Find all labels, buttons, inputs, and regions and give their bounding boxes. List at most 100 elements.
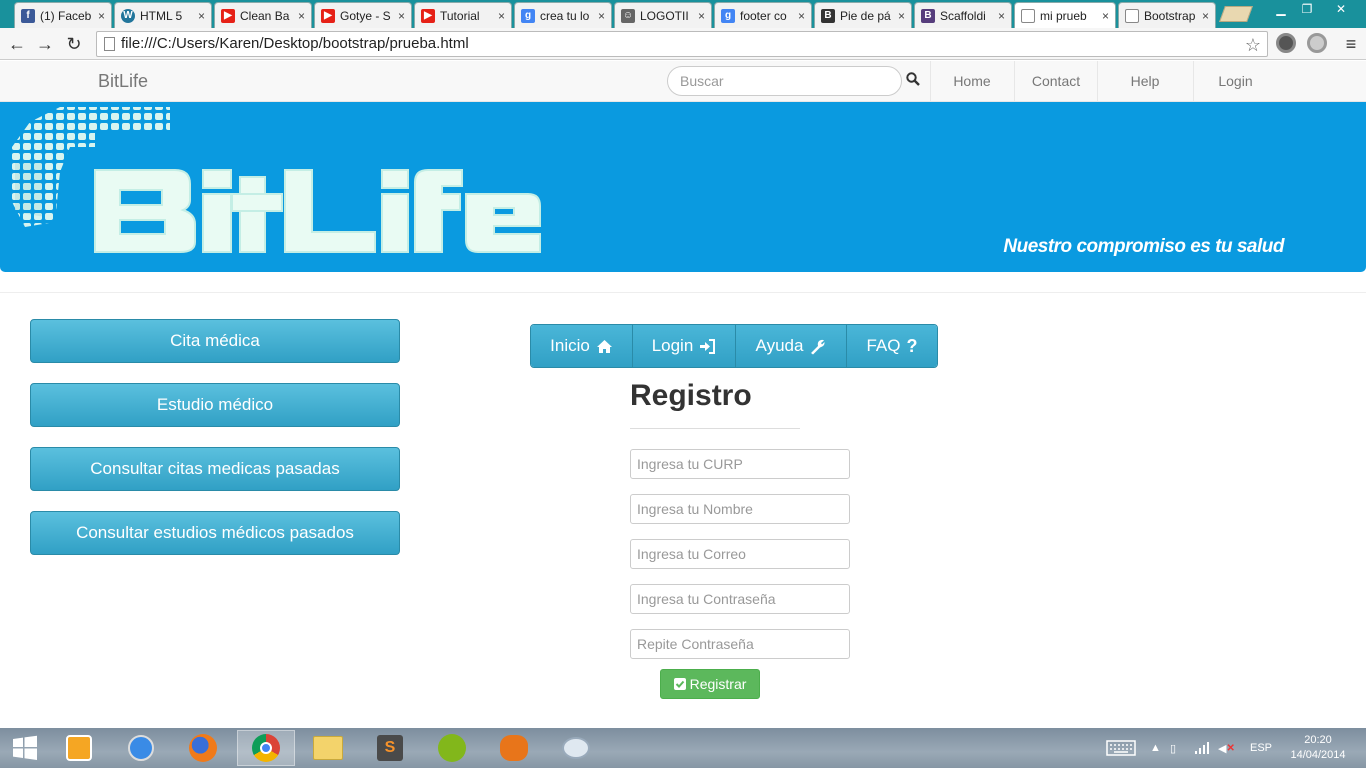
close-tab-icon[interactable]: ×	[98, 9, 105, 23]
youtube-icon: ▶	[221, 8, 235, 23]
chrome-icon[interactable]	[237, 730, 295, 766]
close-tab-icon[interactable]: ×	[998, 9, 1005, 23]
back-arrow-icon[interactable]: ←	[6, 33, 28, 55]
close-tab-icon[interactable]: ×	[798, 9, 805, 23]
reload-icon[interactable]: ↻	[63, 33, 85, 55]
browser-tab[interactable]: ▶ Clean Ba ×	[214, 2, 312, 28]
clock-date: 14/04/2014	[1290, 749, 1346, 761]
close-tab-icon[interactable]: ×	[298, 9, 305, 23]
show-hidden-icons-icon[interactable]: ▲	[1150, 728, 1161, 768]
faq-button[interactable]: FAQ ?	[847, 325, 937, 367]
password-field[interactable]	[630, 584, 850, 614]
close-tab-icon[interactable]: ×	[598, 9, 605, 23]
browser-tab[interactable]: ☺ LOGOTII ×	[614, 2, 712, 28]
extension-camera-icon[interactable]	[1276, 33, 1296, 53]
bookmark-star-icon[interactable]: ☆	[1245, 33, 1261, 57]
page-favicon-icon: ☺	[621, 8, 635, 23]
browser-tab[interactable]: ▶ Tutorial ×	[414, 2, 512, 28]
close-tab-icon[interactable]: ×	[498, 9, 505, 23]
question-icon: ?	[906, 335, 918, 356]
firefox-icon[interactable]	[174, 730, 232, 766]
volume-muted-icon[interactable]: ◀ ✕	[1218, 728, 1235, 768]
inicio-label: Inicio	[550, 336, 590, 355]
bootstrap-icon: B	[821, 8, 835, 23]
close-tab-icon[interactable]: ×	[198, 9, 205, 23]
power-icon[interactable]: ▯	[1170, 728, 1176, 768]
nav-link-home[interactable]: Home	[930, 61, 1013, 101]
login-button[interactable]: Login	[633, 325, 736, 367]
consultar-citas-button[interactable]: Consultar citas medicas pasadas	[30, 447, 400, 491]
wordpress-icon: W	[121, 8, 135, 23]
browser-tab[interactable]: Bootstrap ×	[1118, 2, 1216, 28]
file-explorer-icon[interactable]	[299, 730, 357, 766]
youtube-icon: ▶	[421, 8, 435, 23]
nav-link-login[interactable]: Login	[1193, 61, 1277, 101]
consultar-estudios-button[interactable]: Consultar estudios médicos pasados	[30, 511, 400, 555]
document-icon	[1021, 8, 1035, 23]
close-tab-icon[interactable]: ×	[1202, 9, 1209, 23]
page-icon	[104, 37, 115, 51]
windows-taskbar: S ▲ ▯ ◀ ✕ ESP 20:20 14/04/2014	[0, 728, 1366, 768]
keyboard-icon[interactable]	[1106, 728, 1136, 768]
estudio-medico-button[interactable]: Estudio médico	[30, 383, 400, 427]
windows-logo-icon	[13, 735, 37, 760]
browser-tab[interactable]: B Scaffoldi ×	[914, 2, 1012, 28]
language-indicator[interactable]: ESP	[1250, 728, 1272, 768]
wrench-icon	[811, 339, 825, 354]
name-field[interactable]	[630, 494, 850, 524]
start-button[interactable]	[0, 730, 50, 766]
safari-icon[interactable]	[112, 730, 170, 766]
paint-icon[interactable]	[547, 730, 605, 766]
close-tab-icon[interactable]: ×	[1102, 9, 1109, 23]
network-signal-icon[interactable]	[1194, 728, 1210, 768]
title-divider	[630, 428, 800, 429]
address-bar[interactable]: file:///C:/Users/Karen/Desktop/bootstrap…	[96, 31, 1268, 57]
search-input[interactable]	[667, 66, 902, 96]
close-tab-icon[interactable]: ×	[698, 9, 705, 23]
browser-toolbar: ← → ↻ file:///C:/Users/Karen/Desktop/boo…	[0, 28, 1366, 60]
bootstrap-icon: B	[921, 8, 935, 23]
chrome-menu-icon[interactable]: ≡	[1340, 33, 1362, 55]
banner-tagline: Nuestro compromiso es tu salud	[1003, 236, 1284, 257]
close-window-icon[interactable]: ✕	[1326, 0, 1356, 20]
extension-power-icon[interactable]	[1307, 33, 1327, 53]
navbar-brand[interactable]: BitLife	[98, 71, 148, 92]
cita-medica-button[interactable]: Cita médica	[30, 319, 400, 363]
close-tab-icon[interactable]: ×	[398, 9, 405, 23]
browser-tab[interactable]: f (1) Faceb ×	[14, 2, 112, 28]
close-tab-icon[interactable]: ×	[898, 9, 905, 23]
nav-link-help[interactable]: Help	[1097, 61, 1192, 101]
login-label: Login	[651, 336, 694, 355]
document-icon	[1125, 8, 1139, 23]
forward-arrow-icon[interactable]: →	[34, 33, 56, 55]
browser-tab[interactable]: g footer co ×	[714, 2, 812, 28]
taskbar-clock[interactable]: 20:20 14/04/2014	[1288, 733, 1348, 763]
registrar-button[interactable]: Registrar	[660, 669, 760, 699]
inicio-button[interactable]: Inicio	[531, 325, 633, 367]
windows-media-player-icon[interactable]	[50, 730, 108, 766]
browser-tab-strip: f (1) Faceb × W HTML 5 × ▶ Clean Ba × ▶ Gotye -…	[0, 0, 1366, 28]
new-tab-button[interactable]	[1219, 6, 1253, 22]
confirm-password-field[interactable]	[630, 629, 850, 659]
vlc-remote-icon[interactable]	[485, 730, 543, 766]
hero-banner: Nuestro compromiso es tu salud	[0, 102, 1366, 272]
bitlife-logo	[12, 107, 541, 253]
check-square-icon	[673, 678, 686, 690]
facebook-icon: f	[21, 8, 35, 23]
browser-tab[interactable]: B Pie de pá ×	[814, 2, 912, 28]
clock-time: 20:20	[1304, 734, 1332, 746]
faq-label: FAQ	[866, 336, 901, 355]
curp-field[interactable]	[630, 449, 850, 479]
nav-link-contact[interactable]: Contact	[1014, 61, 1097, 101]
restore-icon[interactable]: ❐	[1294, 0, 1320, 20]
sublime-text-icon[interactable]: S	[361, 730, 419, 766]
browser-tab[interactable]: g crea tu lo ×	[514, 2, 612, 28]
browser-tab[interactable]: ▶ Gotye - S ×	[314, 2, 412, 28]
minimize-icon[interactable]: ▁	[1268, 0, 1294, 20]
browser-tab[interactable]: W HTML 5 ×	[114, 2, 212, 28]
email-field[interactable]	[630, 539, 850, 569]
ayuda-button[interactable]: Ayuda	[736, 325, 847, 367]
spotify-icon[interactable]	[423, 730, 481, 766]
search-icon[interactable]	[906, 72, 920, 86]
browser-tab-active[interactable]: mi prueb ×	[1014, 2, 1116, 28]
